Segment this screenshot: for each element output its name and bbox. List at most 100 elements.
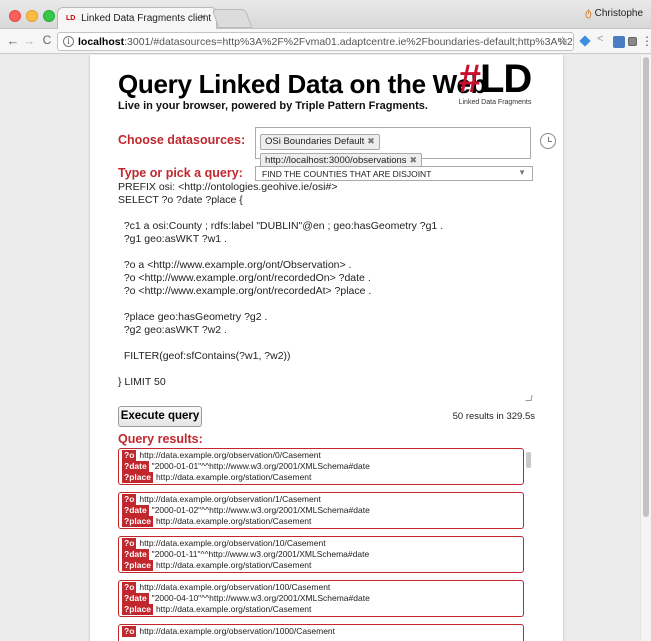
- extension-diamond-icon[interactable]: [580, 36, 592, 48]
- page-subtitle: Live in your browser, powered by Triple …: [118, 100, 428, 112]
- query-preset-value: FIND THE COUNTIES THAT ARE DISJOINT: [262, 169, 432, 179]
- result-value: "2000-01-11"^^http://www.w3.org/2001/XML…: [151, 549, 370, 559]
- var-badge: ?date: [122, 593, 149, 604]
- results-list: ?o http://data.example.org/observation/0/…: [118, 448, 524, 641]
- var-badge: ?o: [122, 582, 137, 593]
- result-row-place: ?place http://data.example.org/station/Ca…: [122, 516, 520, 527]
- execute-query-button[interactable]: Execute query: [118, 406, 202, 427]
- page-scroll-thumb[interactable]: [643, 57, 649, 517]
- window-maximize-button[interactable]: [43, 10, 55, 22]
- window-minimize-button[interactable]: [26, 10, 38, 22]
- result-item: ?o http://data.example.org/observation/10…: [118, 624, 524, 641]
- result-value[interactable]: http://data.example.org/station/Casement: [156, 560, 311, 570]
- query-preset-select[interactable]: FIND THE COUNTIES THAT ARE DISJOINT ▼: [255, 166, 533, 181]
- var-badge: ?o: [122, 494, 137, 505]
- result-value[interactable]: http://data.example.org/station/Casement: [156, 604, 311, 614]
- result-row-o: ?o http://data.example.org/observation/1/…: [122, 494, 520, 505]
- result-value[interactable]: http://data.example.org/station/Casement: [156, 516, 311, 526]
- back-arrow-icon[interactable]: ←: [6, 33, 20, 48]
- result-row-place: ?place http://data.example.org/station/Ca…: [122, 560, 520, 571]
- browser-tab[interactable]: LD Linked Data Fragments client ×: [57, 7, 217, 30]
- query-line: ?place geo:hasGeometry ?g2 .: [118, 311, 268, 323]
- result-row-o: ?o http://data.example.org/observation/10…: [122, 626, 520, 637]
- datasources-label: Choose datasources:: [118, 133, 246, 147]
- address-bar[interactable]: i localhost:3001/#datasources=http%3A%2F…: [57, 32, 574, 51]
- var-badge: ?date: [122, 549, 149, 560]
- profile-icon: ტ: [585, 8, 592, 19]
- result-row-o: ?o http://data.example.org/observation/0/…: [122, 450, 520, 461]
- result-value[interactable]: http://data.example.org/observation/10/C…: [139, 538, 325, 548]
- page-scrollbar[interactable]: [640, 55, 651, 641]
- clock-icon[interactable]: [540, 133, 556, 149]
- browser-menu-icon[interactable]: ⋮: [641, 34, 651, 48]
- query-line: SELECT ?o ?date ?place {: [118, 194, 243, 206]
- logo-hash: #: [458, 57, 481, 101]
- var-badge: ?place: [122, 604, 153, 615]
- forward-arrow-icon[interactable]: →: [22, 33, 36, 48]
- new-tab-button[interactable]: [211, 9, 253, 28]
- page-title: Query Linked Data on the Web: [118, 69, 487, 99]
- remove-chip-icon[interactable]: ✖: [367, 136, 375, 146]
- query-line: ?o <http://www.example.org/ont/recordedO…: [118, 272, 371, 284]
- result-value[interactable]: http://data.example.org/observation/0/Ca…: [139, 450, 320, 460]
- logo-ld: LD: [479, 57, 532, 101]
- query-textarea[interactable]: PREFIX osi: <http://ontologies.geohive.i…: [118, 181, 534, 403]
- result-row-place: ?place http://data.example.org/station/Ca…: [122, 604, 520, 615]
- result-item: ?o http://data.example.org/observation/10…: [118, 536, 524, 573]
- datasource-chip[interactable]: OSi Boundaries Default ✖: [260, 134, 380, 150]
- info-icon[interactable]: i: [63, 36, 74, 47]
- result-value[interactable]: http://data.example.org/observation/100/…: [139, 582, 330, 592]
- query-line: FILTER(geof:sfContains(?w1, ?w2)): [118, 350, 291, 362]
- result-value: "2000-01-01"^^http://www.w3.org/2001/XML…: [151, 461, 370, 471]
- result-row-o: ?o http://data.example.org/observation/10…: [122, 582, 520, 593]
- profile-name: Christophe: [594, 8, 643, 19]
- result-row-date: ?date "2000-01-02"^^http://www.w3.org/200…: [122, 505, 520, 516]
- browser-toolbar: ← → C i localhost:3001/#datasources=http…: [0, 29, 651, 54]
- query-line: ?o <http://www.example.org/ont/recordedA…: [118, 285, 372, 297]
- result-item: ?o http://data.example.org/observation/1/…: [118, 492, 524, 529]
- result-row-o: ?o http://data.example.org/observation/10…: [122, 538, 520, 549]
- result-value[interactable]: http://data.example.org/observation/1/Ca…: [139, 494, 320, 504]
- result-value[interactable]: http://data.example.org/station/Casement: [156, 472, 311, 482]
- result-value: "2000-01-02"^^http://www.w3.org/2001/XML…: [151, 505, 370, 515]
- var-badge: ?o: [122, 626, 137, 637]
- logo-caption: Linked Data Fragments: [458, 99, 532, 106]
- query-line: ?c1 a osi:County ; rdfs:label "DUBLIN"@e…: [118, 220, 444, 232]
- window-close-button[interactable]: [9, 10, 21, 22]
- results-label: Query results:: [118, 432, 203, 446]
- var-badge: ?place: [122, 560, 153, 571]
- result-count: 50 results in 329.5s: [452, 411, 535, 422]
- var-badge: ?place: [122, 472, 153, 483]
- page-viewport: Query Linked Data on the Web Live in you…: [0, 55, 651, 641]
- profile-button[interactable]: ტ Christophe: [585, 8, 643, 19]
- remove-chip-icon[interactable]: ✖: [410, 155, 418, 165]
- tab-favicon-icon: LD: [66, 15, 76, 22]
- datasource-chip-label: OSi Boundaries Default: [265, 136, 365, 147]
- var-badge: ?place: [122, 516, 153, 527]
- result-item: ?o http://data.example.org/observation/10…: [118, 580, 524, 617]
- query-line: ?o a <http://www.example.org/ont/Observa…: [118, 259, 352, 271]
- result-row-place: ?place http://data.example.org/station/Ca…: [122, 472, 520, 483]
- extension-gray-icon[interactable]: [628, 37, 637, 46]
- query-line: ?g2 geo:asWKT ?w2 .: [118, 324, 227, 336]
- var-badge: ?o: [122, 450, 137, 461]
- ldf-logo[interactable]: #LD Linked Data Fragments: [450, 59, 540, 106]
- reload-icon[interactable]: C: [40, 33, 54, 47]
- result-value[interactable]: http://data.example.org/observation/1000…: [139, 626, 335, 636]
- tab-close-icon[interactable]: ×: [200, 12, 206, 23]
- bookmark-star-icon[interactable]: ☆: [557, 34, 568, 48]
- textarea-resize-handle[interactable]: [525, 395, 533, 401]
- query-line: PREFIX osi: <http://ontologies.geohive.i…: [118, 181, 338, 193]
- datasource-chip-label: http://localhost:3000/observations: [265, 155, 407, 166]
- datasources-select[interactable]: OSi Boundaries Default ✖http://localhost:…: [255, 127, 531, 169]
- url-rest: :3001/#datasources=http%3A%2F%2Fvma01.ad…: [124, 36, 574, 48]
- extension-blue-icon[interactable]: [613, 36, 625, 48]
- chevron-down-icon: ▼: [518, 168, 526, 177]
- results-scrollbar[interactable]: [526, 452, 531, 468]
- browser-titlebar: LD Linked Data Fragments client × ტ Chris…: [0, 0, 651, 30]
- ldf-client-page: Query Linked Data on the Web Live in you…: [90, 55, 563, 641]
- url-host: localhost: [78, 36, 125, 48]
- result-row-date: ?date "2000-01-01"^^http://www.w3.org/200…: [122, 461, 520, 472]
- extension-share-icon[interactable]: <: [597, 33, 609, 45]
- var-badge: ?date: [122, 505, 149, 516]
